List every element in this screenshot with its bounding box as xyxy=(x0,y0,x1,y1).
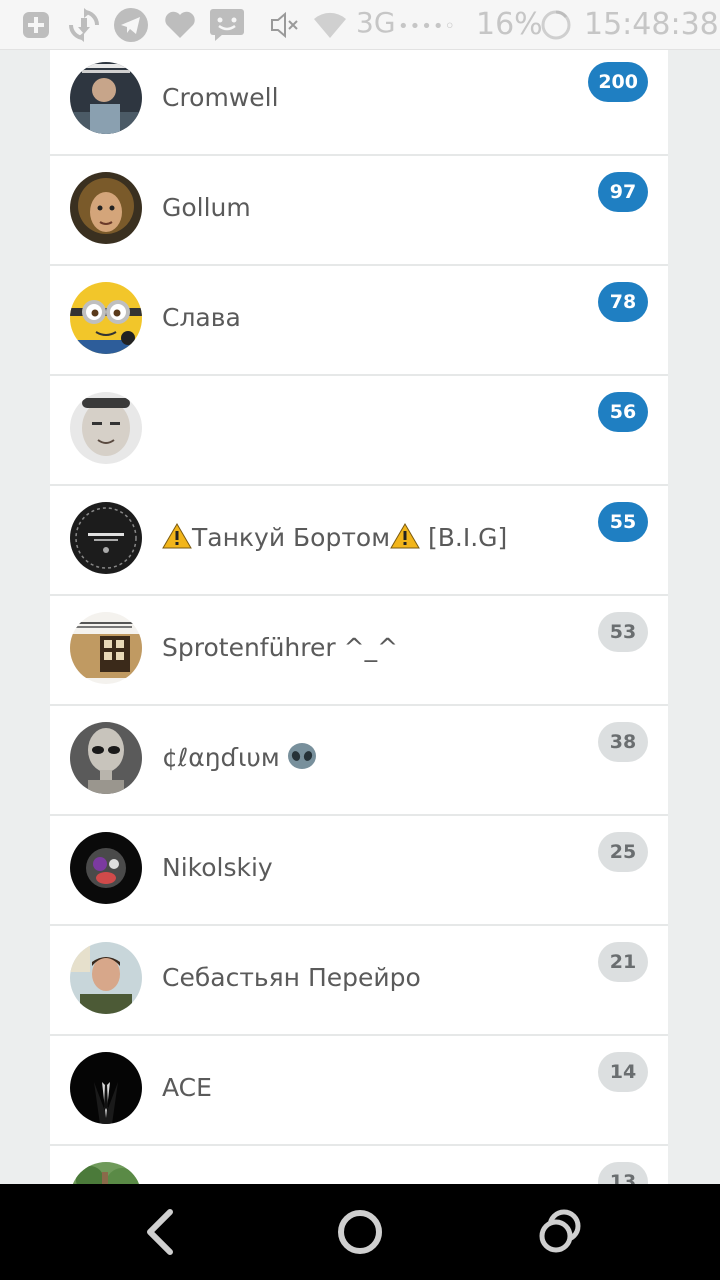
unread-count-badge: 53 xyxy=(598,612,648,652)
avatar-alien xyxy=(70,722,142,794)
home-icon[interactable] xyxy=(332,1204,388,1260)
avatar-cromwell xyxy=(70,62,142,134)
list-item[interactable]: ¢ℓαŋɗιυм 38 xyxy=(50,706,668,816)
list-item[interactable]: Cromwell 200 xyxy=(50,50,668,156)
list-item[interactable]: 13 xyxy=(50,1146,668,1184)
contact-name: Слава xyxy=(162,303,241,332)
avatar-face xyxy=(70,392,142,464)
list-item[interactable]: Gollum 97 xyxy=(50,156,668,266)
alien-emoji-icon xyxy=(287,743,316,769)
sync-icon xyxy=(66,7,102,43)
status-bar: 3G ••••◦ 16% 15:48:38 xyxy=(0,0,720,50)
unread-count-badge: 56 xyxy=(598,392,648,432)
contact-name: Cromwell xyxy=(162,83,279,112)
unread-count-badge: 13 xyxy=(598,1162,648,1184)
chat-icon xyxy=(209,7,245,43)
unread-count-badge: 25 xyxy=(598,832,648,872)
avatar-gollum xyxy=(70,172,142,244)
list-item[interactable]: Слава 78 xyxy=(50,266,668,376)
unread-count-badge: 200 xyxy=(588,62,648,102)
contact-name: ACE xyxy=(162,1073,212,1102)
navigation-bar xyxy=(0,1184,720,1280)
unread-count-badge: 97 xyxy=(598,172,648,212)
contact-name: Танкуй Бортом [B.I.G] xyxy=(162,522,507,554)
list-item[interactable]: Nikolskiy 25 xyxy=(50,816,668,926)
avatar-suit xyxy=(70,1052,142,1124)
unread-count-badge: 38 xyxy=(598,722,648,762)
avatar-poster xyxy=(70,612,142,684)
list-item[interactable]: Sprotenführer ^_^ 53 xyxy=(50,596,668,706)
network-type: 3G xyxy=(356,6,396,39)
back-icon[interactable] xyxy=(132,1204,188,1260)
avatar-minion xyxy=(70,282,142,354)
mute-icon xyxy=(266,7,302,43)
battery-icon xyxy=(538,7,574,43)
add-box-icon xyxy=(18,7,54,43)
unread-count-badge: 14 xyxy=(598,1052,648,1092)
warning-icon xyxy=(162,523,192,549)
list-item[interactable]: ACE 14 xyxy=(50,1036,668,1146)
contact-name-suffix: [B.I.G] xyxy=(420,523,508,552)
contact-name-text: ¢ℓαŋɗιυм xyxy=(162,743,280,772)
unread-count-badge: 78 xyxy=(598,282,648,322)
warning-icon xyxy=(390,523,420,549)
avatar-forest xyxy=(70,1162,142,1184)
list-item[interactable]: Себастьян Перейро 21 xyxy=(50,926,668,1036)
contact-name: Себастьян Перейро xyxy=(162,963,421,992)
avatar-man xyxy=(70,942,142,1014)
battery-percent: 16% xyxy=(476,7,543,42)
avatar-troll xyxy=(70,832,142,904)
list-item[interactable]: 56 xyxy=(50,376,668,486)
telegram-icon xyxy=(113,7,149,43)
avatar-just-smile xyxy=(70,502,142,574)
recents-icon[interactable] xyxy=(532,1204,588,1260)
contact-name: Sprotenführer ^_^ xyxy=(162,633,399,662)
unread-count-badge: 21 xyxy=(598,942,648,982)
contact-name: ¢ℓαŋɗιυм xyxy=(162,742,318,774)
unread-count-badge: 55 xyxy=(598,502,648,542)
list-item[interactable]: Танкуй Бортом [B.I.G] 55 xyxy=(50,486,668,596)
contact-name: Nikolskiy xyxy=(162,853,273,882)
signal-dots: ••••◦ xyxy=(398,16,457,37)
chat-list[interactable]: Cromwell 200 Gollum 97 Слава 78 56 Танку… xyxy=(50,50,668,1184)
contact-name: Gollum xyxy=(162,193,251,222)
heart-icon xyxy=(162,7,198,43)
clock: 15:48:38 xyxy=(584,7,719,42)
wifi-icon xyxy=(312,7,348,43)
contact-name-prefix: Танкуй Бортом xyxy=(192,523,391,552)
